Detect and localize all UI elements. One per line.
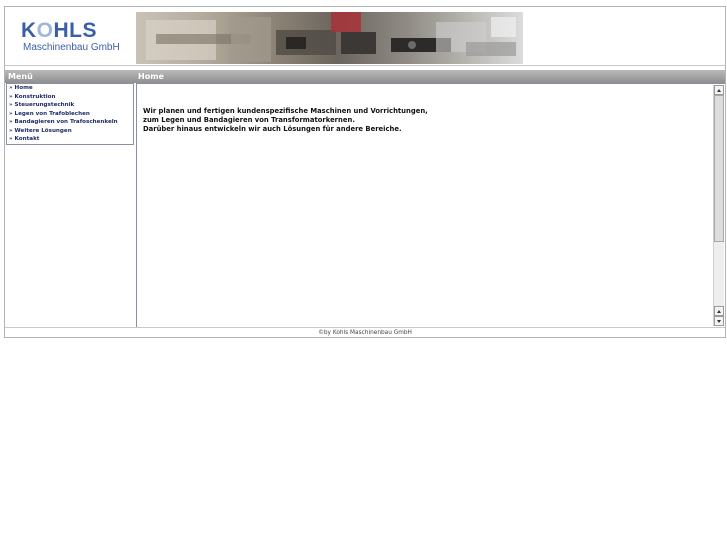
menu-item-legen-von-trafoblechen[interactable]: » Legen von Trafoblechen xyxy=(9,110,90,118)
arrow-up-icon xyxy=(717,89,721,92)
menu-item-steuerungstechnik[interactable]: » Steuerungstechnik xyxy=(9,101,74,109)
site-footer: ©by Kohls Maschinenbau GmbH xyxy=(5,327,725,338)
menu-item-weitere-loesungen[interactable]: » Weitere Lösungen xyxy=(9,127,72,135)
content-panel: Wir planen und fertigen kundenspezifisch… xyxy=(136,83,725,328)
menu-item-home[interactable]: » Home xyxy=(9,84,33,92)
scroll-down-button[interactable] xyxy=(714,316,724,326)
content-scrollbar[interactable] xyxy=(713,85,724,326)
copyright-text: ©by Kohls Maschinenbau GmbH xyxy=(318,330,412,336)
scroll-thumb[interactable] xyxy=(714,95,724,242)
scroll-up-button[interactable] xyxy=(714,85,724,95)
header-banner-image xyxy=(136,12,523,64)
content-title: Home xyxy=(138,72,164,81)
menu-nav: » Home » Konstruktion » Steuerungstechni… xyxy=(6,83,134,145)
kohls-logo[interactable]: KOHLS Maschinenbau GmbH xyxy=(21,20,121,56)
logo-subtitle: Maschinenbau GmbH xyxy=(23,42,120,53)
menu-item-bandagieren[interactable]: » Bandagieren von Trafoschenkeln xyxy=(9,118,118,126)
scroll-up-button-lower[interactable] xyxy=(714,306,724,316)
content-text-line: Wir planen und fertigen kundenspezifisch… xyxy=(143,107,428,115)
content-text-line: Darüber hinaus entwickeln wir auch Lösun… xyxy=(143,125,402,133)
menu-title: Menü xyxy=(8,72,33,81)
content-header: Home xyxy=(136,70,725,83)
site-header: KOHLS Maschinenbau GmbH xyxy=(5,7,725,66)
machine-photo xyxy=(146,12,516,62)
left-column-spacer xyxy=(5,145,137,327)
arrow-down-icon xyxy=(717,320,721,323)
content-text-line: zum Legen und Bandagieren von Transforma… xyxy=(143,116,355,124)
menu-item-konstruktion[interactable]: » Konstruktion xyxy=(9,93,56,101)
menu-header: Menü xyxy=(5,70,136,83)
arrow-up-icon xyxy=(717,310,721,313)
page-frame: KOHLS Maschinenbau GmbH Menü » Home » Ko… xyxy=(4,6,726,338)
menu-item-kontakt[interactable]: » Kontakt xyxy=(9,135,39,143)
logo-wordmark: KOHLS xyxy=(21,19,98,42)
